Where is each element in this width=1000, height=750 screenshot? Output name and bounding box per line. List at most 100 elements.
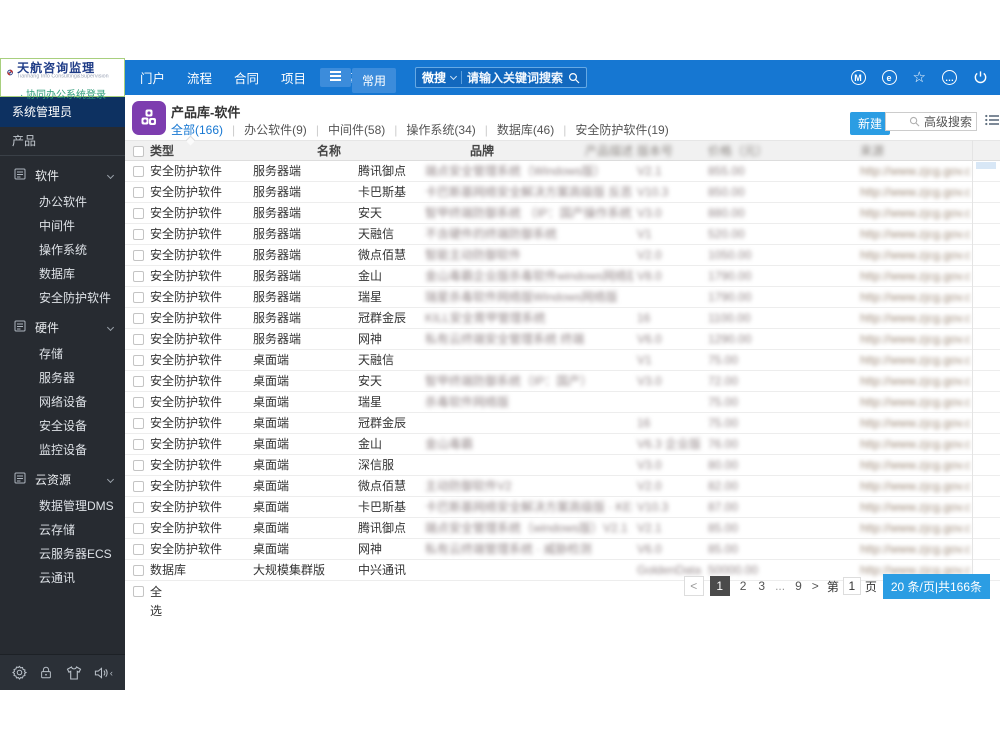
- table-row[interactable]: 安全防护软件 桌面端 冠群金辰 16 75.00 http://www.zjcg.gov.…: [125, 413, 1000, 434]
- page-button-3[interactable]: 3: [756, 579, 767, 593]
- column-header-brand[interactable]: 品牌: [470, 141, 494, 161]
- row-checkbox[interactable]: [133, 166, 144, 177]
- search-engine-label[interactable]: 微搜: [422, 69, 446, 86]
- column-header-type[interactable]: 类型: [150, 141, 174, 161]
- nav-item-3[interactable]: 项目: [281, 68, 306, 87]
- row-checkbox[interactable]: [133, 397, 144, 408]
- advanced-search-button[interactable]: 高级搜索: [924, 113, 972, 130]
- row-checkbox[interactable]: [133, 355, 144, 366]
- row-checkbox[interactable]: [133, 229, 144, 240]
- column-header-version[interactable]: 版本号: [637, 141, 673, 161]
- sidebar-item-0-4[interactable]: 安全防护软件: [0, 286, 125, 310]
- tab-1[interactable]: 办公软件(9): [244, 121, 307, 138]
- speaker-icon[interactable]: ‹: [94, 666, 113, 680]
- row-checkbox[interactable]: [133, 565, 144, 576]
- nav-item-1[interactable]: 流程: [187, 68, 212, 87]
- page-size-badge[interactable]: 20 条/页|共166条: [882, 573, 990, 599]
- column-header-desc[interactable]: 产品描述: [585, 141, 633, 161]
- row-checkbox[interactable]: [133, 460, 144, 471]
- sidebar-item-2-1[interactable]: 云存储: [0, 518, 125, 542]
- lock-icon[interactable]: [39, 665, 53, 680]
- row-checkbox[interactable]: [133, 250, 144, 261]
- table-row[interactable]: 安全防护软件 服务器端 金山 金山毒霸企业版杀毒软件windows网络版 V8.0 179…: [125, 266, 1000, 287]
- select-all-checkbox[interactable]: [133, 586, 144, 597]
- tab-5[interactable]: 安全防护软件(19): [575, 121, 668, 138]
- page-button-2[interactable]: 2: [738, 579, 749, 593]
- power-icon[interactable]: [973, 70, 988, 85]
- nav-item-2[interactable]: 合同: [234, 68, 259, 87]
- sidebar-item-1-3[interactable]: 安全设备: [0, 414, 125, 438]
- hamburger-menu-button[interactable]: [320, 68, 351, 87]
- sidebar-item-2-0[interactable]: 数据管理DMS: [0, 494, 125, 518]
- table-row[interactable]: 安全防护软件 服务器端 瑞星 瑞星杀毒软件网络版Windows网络版 1790.00 ht…: [125, 287, 1000, 308]
- sidebar-group-2[interactable]: 云资源: [0, 466, 125, 494]
- sidebar-section-product[interactable]: 产品: [0, 127, 125, 156]
- sidebar-item-1-4[interactable]: 监控设备: [0, 438, 125, 462]
- m-badge-icon[interactable]: M: [850, 70, 866, 85]
- table-row[interactable]: 安全防护软件 服务器端 安天 智甲终端防御系统 （IP：国产操作系统） V3.0 880.…: [125, 203, 1000, 224]
- oa-login-link[interactable]: · 协同办公系统登录: [7, 86, 119, 101]
- nav-item-0[interactable]: 门户: [140, 68, 165, 87]
- tab-3[interactable]: 操作系统(34): [406, 121, 475, 138]
- sidebar-item-0-0[interactable]: 办公软件: [0, 190, 125, 214]
- nav-item-pinned[interactable]: 常用: [352, 68, 397, 93]
- table-row[interactable]: 安全防护软件 服务器端 微点佰慧 智能主动防御软件 V2.0 1050.00 http://…: [125, 245, 1000, 266]
- search-input[interactable]: 请输入关键词搜索: [467, 69, 563, 86]
- table-row[interactable]: 安全防护软件 服务器端 腾讯御点 端点安全管理系统（Windows版） V2.1 855.…: [125, 161, 1000, 182]
- sidebar-item-2-3[interactable]: 云通讯: [0, 566, 125, 590]
- row-checkbox[interactable]: [133, 271, 144, 282]
- row-checkbox[interactable]: [133, 208, 144, 219]
- new-button[interactable]: 新建: [850, 112, 891, 135]
- table-row[interactable]: 安全防护软件 桌面端 微点佰慧 主动防御软件V2 V2.0 82.00 http://www…: [125, 476, 1000, 497]
- page-button-1[interactable]: 1: [709, 576, 730, 596]
- row-checkbox[interactable]: [133, 334, 144, 345]
- tab-2[interactable]: 中间件(58): [328, 121, 385, 138]
- e-badge-icon[interactable]: e: [881, 70, 897, 85]
- table-row[interactable]: 安全防护软件 桌面端 瑞星 杀毒软件网络版 75.00 http://www.zjcg.g…: [125, 392, 1000, 413]
- select-all-header-checkbox[interactable]: [133, 146, 144, 157]
- column-header-source[interactable]: 来源: [860, 141, 884, 161]
- favorite-star-icon[interactable]: ☆: [913, 70, 926, 85]
- column-header-name[interactable]: 名称: [317, 141, 341, 161]
- sidebar-item-0-3[interactable]: 数据库: [0, 262, 125, 286]
- table-search-box[interactable]: 高级搜索: [885, 112, 977, 131]
- row-checkbox[interactable]: [133, 544, 144, 555]
- row-checkbox[interactable]: [133, 502, 144, 513]
- theme-shirt-icon[interactable]: [66, 665, 82, 680]
- table-row[interactable]: 安全防护软件 服务器端 冠群金辰 KILL安全胄甲管理系统 16 1100.00 http:…: [125, 308, 1000, 329]
- tab-0[interactable]: 全部(166): [171, 121, 223, 138]
- table-row[interactable]: 安全防护软件 桌面端 金山 金山毒霸 V6.3 企业版 76.00 http://www.z…: [125, 434, 1000, 455]
- next-page-button[interactable]: >: [810, 579, 821, 593]
- sidebar-item-1-2[interactable]: 网络设备: [0, 390, 125, 414]
- row-checkbox[interactable]: [133, 439, 144, 450]
- table-row[interactable]: 安全防护软件 服务器端 天融信 不含硬件的终端防御系统 V1 520.00 http://w…: [125, 224, 1000, 245]
- column-header-price[interactable]: 价格（元）: [708, 141, 768, 161]
- table-row[interactable]: 安全防护软件 桌面端 腾讯御点 端点安全管理系统（windows版）V2.1 V2.1 8…: [125, 518, 1000, 539]
- scrollbar-thumb[interactable]: [976, 162, 996, 169]
- sidebar-group-0[interactable]: 软件: [0, 162, 125, 190]
- sidebar-item-2-2[interactable]: 云服务器ECS: [0, 542, 125, 566]
- row-checkbox[interactable]: [133, 481, 144, 492]
- page-jump-input[interactable]: 1: [842, 577, 861, 595]
- prev-page-button[interactable]: <: [683, 576, 704, 596]
- row-checkbox[interactable]: [133, 523, 144, 534]
- search-icon[interactable]: [568, 72, 580, 84]
- table-row[interactable]: 安全防护软件 桌面端 深信服 V3.0 80.00 http://www.zjcg.gov…: [125, 455, 1000, 476]
- row-checkbox[interactable]: [133, 376, 144, 387]
- sidebar-item-0-2[interactable]: 操作系统: [0, 238, 125, 262]
- row-checkbox[interactable]: [133, 187, 144, 198]
- table-row[interactable]: 安全防护软件 服务器端 卡巴斯基 卡巴斯基网络安全解决方案高级版 反恶... V10.3…: [125, 182, 1000, 203]
- table-row[interactable]: 安全防护软件 桌面端 天融信 V1 75.00 http://www.zjcg.gov.c…: [125, 350, 1000, 371]
- page-button-9[interactable]: 9: [793, 579, 804, 593]
- tab-4[interactable]: 数据库(46): [497, 121, 554, 138]
- table-row[interactable]: 安全防护软件 服务器端 网神 私有云终端安全管理系统 终端 V6.0 1290.00 htt…: [125, 329, 1000, 350]
- list-view-toggle-icon[interactable]: [985, 114, 999, 129]
- more-icon[interactable]: …: [942, 70, 957, 85]
- sidebar-item-1-0[interactable]: 存储: [0, 342, 125, 366]
- row-checkbox[interactable]: [133, 418, 144, 429]
- sidebar-item-0-1[interactable]: 中间件: [0, 214, 125, 238]
- table-row[interactable]: 安全防护软件 桌面端 网神 私有云终端管理系统 · 威胁检测 V6.0 85.00 http…: [125, 539, 1000, 560]
- sidebar-item-1-1[interactable]: 服务器: [0, 366, 125, 390]
- collapse-chevron-icon[interactable]: ‹: [110, 668, 113, 678]
- table-row[interactable]: 安全防护软件 桌面端 安天 智甲终端防御系统（IP：国产） V3.0 72.00 http:…: [125, 371, 1000, 392]
